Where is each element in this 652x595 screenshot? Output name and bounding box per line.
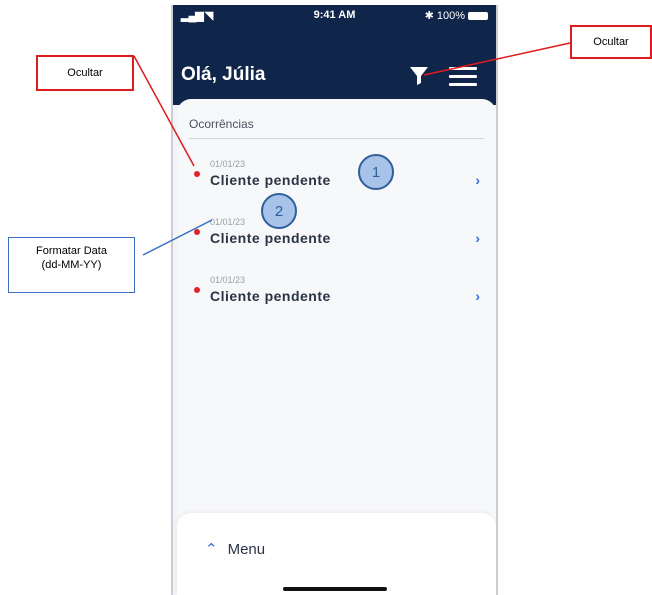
list-item[interactable]: 01/01/23 Cliente pendente › [177, 267, 496, 311]
status-bar: ▂▄▆ ◥ 9:41 AM ✱ 100% [173, 5, 496, 27]
bottom-sheet: ⌃ Menu [177, 513, 496, 595]
greeting-title: Olá, Júlia [181, 64, 266, 85]
divider [189, 138, 484, 139]
menu-label: Menu [227, 541, 266, 558]
phone-screen: ▂▄▆ ◥ 9:41 AM ✱ 100% Olá, Júlia Ocorrênc… [171, 5, 498, 595]
chevron-right-icon: › [475, 230, 480, 246]
filter-icon[interactable] [409, 65, 429, 87]
annotation-hide-left: Ocultar [36, 55, 134, 91]
annotation-badge-1: 1 [358, 154, 394, 190]
badge-2-label: 2 [274, 202, 284, 220]
item-title: Cliente pendente [210, 172, 331, 188]
item-title: Cliente pendente [210, 230, 331, 246]
chevron-up-icon: ⌃ [205, 541, 218, 558]
annotation-format-date-line2: (dd-MM-YY) [41, 259, 102, 271]
status-dot [194, 171, 200, 177]
chevron-right-icon: › [475, 172, 480, 188]
battery-label: ✱ 100% [424, 10, 465, 22]
item-date: 01/01/23 [210, 275, 246, 285]
battery-indicator: ✱ 100% [425, 9, 488, 22]
list-item[interactable]: 01/01/23 Cliente pendente › [177, 151, 496, 195]
app-header: Olá, Júlia [173, 27, 496, 105]
annotation-format-date: Formatar Data (dd-MM-YY) [8, 237, 135, 293]
badge-1-label: 1 [371, 163, 381, 181]
chevron-right-icon: › [475, 288, 480, 304]
item-date: 01/01/23 [210, 217, 246, 227]
annotation-hide-right-text: Ocultar [593, 36, 629, 48]
status-dot [194, 229, 200, 235]
list-item[interactable]: 01/01/23 Cliente pendente › [177, 209, 496, 253]
section-title: Ocorrências [189, 117, 254, 131]
annotation-hide-left-text: Ocultar [67, 67, 103, 79]
item-title: Cliente pendente [210, 288, 331, 304]
item-date: 01/01/23 [210, 159, 246, 169]
battery-icon [468, 12, 488, 21]
home-indicator [283, 587, 387, 591]
hamburger-menu-icon[interactable] [449, 67, 477, 87]
annotation-hide-right: Ocultar [570, 25, 652, 59]
annotation-format-date-line1: Formatar Data [36, 245, 107, 257]
annotation-badge-2: 2 [261, 193, 297, 229]
occurrences-card: Ocorrências 01/01/23 Cliente pendente › … [177, 99, 496, 579]
status-dot [194, 287, 200, 293]
menu-button[interactable]: ⌃ Menu [205, 540, 265, 558]
